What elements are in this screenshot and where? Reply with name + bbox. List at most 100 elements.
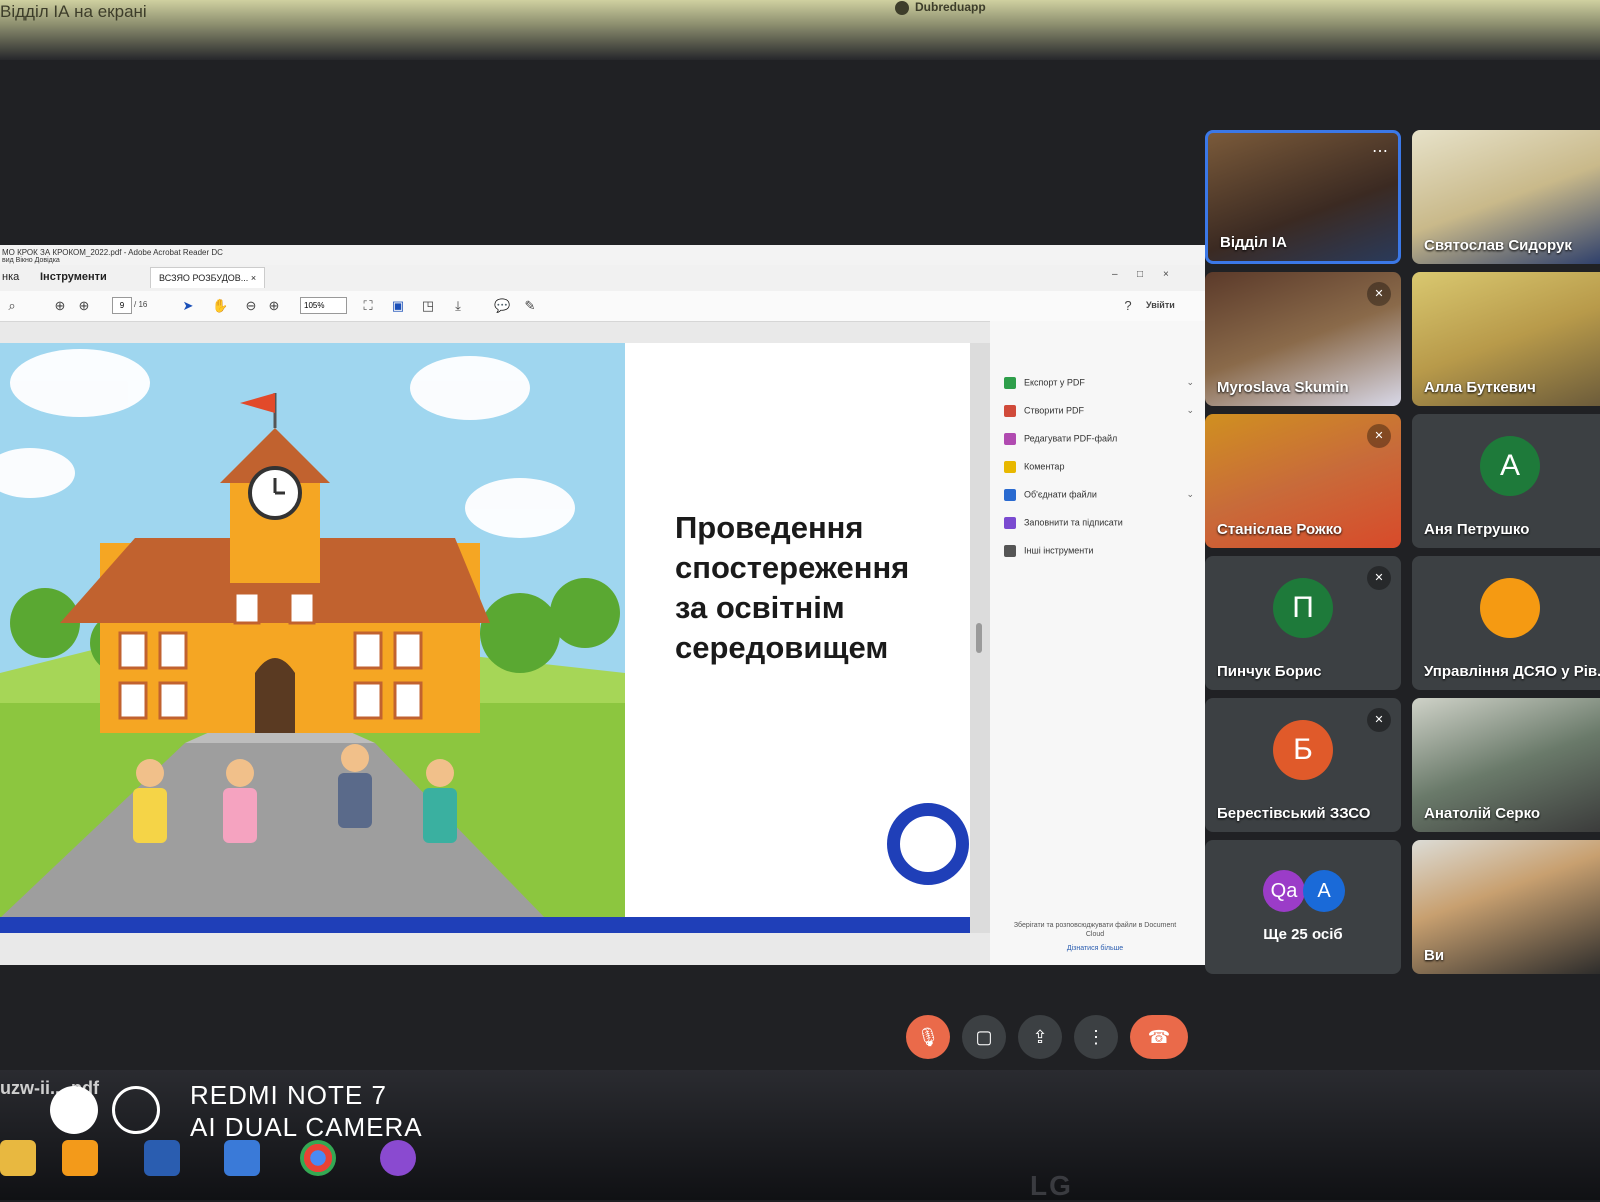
page-number-input[interactable]: 9 xyxy=(112,297,132,314)
fill-sign-icon xyxy=(1004,517,1016,529)
participant-name: Пинчук Борис xyxy=(1217,663,1322,680)
present-button[interactable]: ⇪ xyxy=(1018,1015,1062,1059)
viber-icon[interactable] xyxy=(380,1140,416,1176)
page-up-icon[interactable]: ⊕ xyxy=(52,298,68,314)
slide-title-line: спостереження xyxy=(675,550,910,585)
camera-toggle-button[interactable]: ▢ xyxy=(962,1015,1006,1059)
edit-pdf-icon xyxy=(1004,433,1016,445)
participant-tile[interactable]: Алла Буткевич xyxy=(1412,272,1600,406)
chrome-icon[interactable] xyxy=(300,1140,336,1176)
participant-name: Анатолій Серко xyxy=(1424,805,1541,822)
pen-icon[interactable]: ✎ xyxy=(522,298,538,314)
tool-label: Експорт у PDF xyxy=(1024,377,1085,388)
fit-page-icon[interactable]: ⛶ xyxy=(360,298,376,314)
create-pdf-icon xyxy=(1004,405,1016,417)
learn-more-link[interactable]: Дізнатися більше xyxy=(1010,945,1180,952)
participant-tile[interactable]: ✕ Myroslava Skumin xyxy=(1205,272,1401,406)
decorative-ring xyxy=(887,803,969,885)
tab-close-icon[interactable]: × xyxy=(251,273,256,283)
zoom-out-icon[interactable]: ⊖ xyxy=(243,298,259,314)
self-view-tile[interactable]: Ви xyxy=(1412,840,1600,974)
chevron-down-icon[interactable]: ⌄ xyxy=(1186,489,1194,500)
page-down-icon[interactable]: ⊕ xyxy=(76,298,92,314)
select-cursor-icon[interactable]: ➤ xyxy=(180,298,196,314)
school-illustration xyxy=(0,343,625,918)
hand-tool-icon[interactable]: ✋ xyxy=(212,298,228,314)
more-options-icon[interactable]: ⋯ xyxy=(1372,141,1388,161)
camera-watermark: REDMI NOTE 7 AI DUAL CAMERA xyxy=(50,1080,440,1142)
tool-label: Заповнити та підписати xyxy=(1024,517,1123,528)
tool-label: Редагувати PDF-файл xyxy=(1024,433,1118,444)
minimize-icon[interactable]: – xyxy=(1112,269,1118,280)
brand-logo-icon xyxy=(895,0,909,15)
participant-tile[interactable]: Анатолій Серко xyxy=(1412,698,1600,832)
tool-comment[interactable]: Коментар xyxy=(1004,461,1194,475)
help-icon[interactable]: ? xyxy=(1120,298,1136,314)
notes-icon[interactable] xyxy=(224,1140,260,1176)
tool-more-tools[interactable]: Інші інструменти xyxy=(1004,545,1194,559)
participant-name: Управління ДСЯО у Рів... xyxy=(1424,663,1600,680)
more-participants-tile[interactable]: Qa A Ще 25 осіб xyxy=(1205,840,1401,974)
tool-combine-files[interactable]: Об'єднати файли ⌄ xyxy=(1004,489,1194,503)
tool-export-pdf[interactable]: Експорт у PDF ⌄ xyxy=(1004,377,1194,391)
meet-stage: МО КРОК ЗА КРОКОМ_2022.pdf - Adobe Acrob… xyxy=(0,60,1600,1070)
word-icon[interactable] xyxy=(144,1140,180,1176)
maximize-icon[interactable]: □ xyxy=(1137,269,1143,280)
participant-tile[interactable]: ⋯ Відділ ІА xyxy=(1205,130,1401,264)
scroll-mode-icon[interactable]: ⤓ xyxy=(450,298,466,314)
pdf-scrollbar[interactable] xyxy=(970,343,990,933)
avatar xyxy=(1480,578,1540,638)
tool-label: Створити PDF xyxy=(1024,405,1084,416)
slide-title: Проведення спостереження за освітнім сер… xyxy=(675,508,955,668)
tab-document[interactable]: ВСЗЯО РОЗБУДОВ... × xyxy=(150,267,266,288)
hang-up-button[interactable]: ☎ xyxy=(1130,1015,1188,1059)
muted-mic-icon: ✕ xyxy=(1367,424,1391,448)
acrobat-tabs: нка Інструменти ВСЗЯО РОЗБУДОВ... × – □ … xyxy=(0,265,1205,292)
participant-tile[interactable]: ✕ Б Берестівський ЗЗСО xyxy=(1205,698,1401,832)
folder-icon[interactable] xyxy=(0,1140,36,1176)
participant-tile[interactable]: Управління ДСЯО у Рів... xyxy=(1412,556,1600,690)
muted-mic-icon: ✕ xyxy=(1367,566,1391,590)
slide-title-line: за освітнім xyxy=(675,590,845,625)
watermark-camera: AI DUAL CAMERA xyxy=(190,1112,423,1142)
tools-pane: Експорт у PDF ⌄ Створити PDF ⌄ Редагувати … xyxy=(990,321,1205,965)
chevron-down-icon[interactable]: ⌄ xyxy=(1186,405,1194,416)
avatar: A xyxy=(1303,870,1345,912)
comment-icon[interactable]: 💬 xyxy=(494,298,510,314)
tool-fill-sign[interactable]: Заповнити та підписати xyxy=(1004,517,1194,531)
media-player-icon[interactable] xyxy=(62,1140,98,1176)
zoom-in-icon[interactable]: ⊕ xyxy=(266,298,282,314)
participant-name: Алла Буткевич xyxy=(1424,379,1536,396)
more-options-button[interactable]: ⋮ xyxy=(1074,1015,1118,1059)
participant-tile[interactable]: ✕ Станіслав Рожко xyxy=(1205,414,1401,548)
sign-in-link[interactable]: Увійти xyxy=(1146,300,1175,310)
browser-brand: Dubreduapp xyxy=(895,0,986,15)
scrollbar-thumb[interactable] xyxy=(976,623,982,653)
participant-tile[interactable]: ✕ П Пинчук Борис xyxy=(1205,556,1401,690)
acrobat-titlebar: МО КРОК ЗА КРОКОМ_2022.pdf - Adobe Acrob… xyxy=(0,245,1205,265)
comment-tool-icon xyxy=(1004,461,1016,473)
tool-edit-pdf[interactable]: Редагувати PDF-файл xyxy=(1004,433,1194,447)
export-pdf-icon xyxy=(1004,377,1016,389)
mic-toggle-button[interactable]: 🎙 xyxy=(906,1015,950,1059)
fullscreen-icon[interactable]: ◳ xyxy=(420,298,436,314)
fit-width-icon[interactable]: ▣ xyxy=(390,298,406,314)
muted-mic-icon: ✕ xyxy=(1367,282,1391,306)
participant-tile[interactable]: А Аня Петрушко xyxy=(1412,414,1600,548)
close-icon[interactable]: × xyxy=(1163,269,1169,280)
slide-accent-bar xyxy=(0,917,970,933)
acrobat-toolbar: ⌕ ⊕ ⊕ 9 / 16 ➤ ✋ ⊖ ⊕ 105% ⛶ ▣ ◳ ⤓ 💬 ✎ ? … xyxy=(0,291,1205,322)
tab-tools[interactable]: Інструменти xyxy=(40,271,107,283)
participant-name: Myroslava Skumin xyxy=(1217,379,1349,396)
tool-create-pdf[interactable]: Створити PDF ⌄ xyxy=(1004,405,1194,419)
shared-screen: МО КРОК ЗА КРОКОМ_2022.pdf - Adobe Acrob… xyxy=(0,245,1205,965)
search-icon[interactable]: ⌕ xyxy=(4,298,20,314)
menu-bar[interactable]: вид Вікно Довідка xyxy=(2,257,60,264)
chevron-down-icon[interactable]: ⌄ xyxy=(1186,377,1194,388)
participant-name: Відділ ІА xyxy=(1220,234,1287,251)
tool-label: Об'єднати файли xyxy=(1024,489,1097,500)
top-strip: Відділ ІА на екрані Dubreduapp xyxy=(0,0,1600,60)
zoom-select[interactable]: 105% xyxy=(300,297,347,314)
tab-home[interactable]: нка xyxy=(2,271,19,283)
participant-tile[interactable]: Святослав Сидорук xyxy=(1412,130,1600,264)
